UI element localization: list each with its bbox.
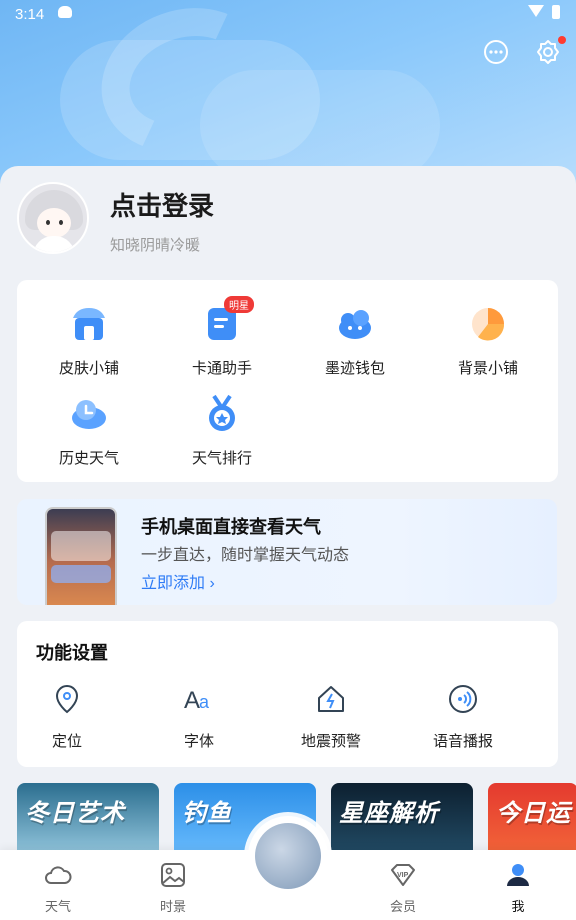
background-shop-icon bbox=[472, 308, 505, 341]
user-icon bbox=[507, 864, 529, 886]
phone-preview-image bbox=[45, 507, 117, 605]
message-button[interactable] bbox=[482, 38, 510, 66]
tab-scenery[interactable]: 时景 bbox=[143, 862, 203, 915]
grid-item-background-shop[interactable]: 背景小铺 bbox=[438, 304, 538, 378]
grid-item-skin-shop[interactable]: 皮肤小铺 bbox=[39, 304, 139, 378]
login-button[interactable]: 点击登录 bbox=[110, 186, 214, 223]
svg-text:A: A bbox=[184, 687, 200, 714]
function-settings-card: 功能设置 定位 A a 字体 地震预警 语音播报 bbox=[17, 621, 558, 767]
grid-item-weather-ranking[interactable]: 天气排行 bbox=[172, 394, 272, 468]
banner-title: 手机桌面直接查看天气 bbox=[141, 517, 321, 537]
star-badge: 明星 bbox=[224, 296, 254, 313]
avatar[interactable] bbox=[17, 182, 89, 254]
section-title: 功能设置 bbox=[36, 643, 108, 663]
location-pin-icon bbox=[55, 684, 79, 714]
quick-services-card: 皮肤小铺 卡通助手 墨迹钱包 背景小铺 历史天气 天气排行 bbox=[17, 280, 558, 482]
font-icon: A a bbox=[184, 687, 210, 714]
setting-earthquake-alert[interactable]: 地震预警 bbox=[281, 683, 381, 751]
center-weather-orb-button[interactable] bbox=[248, 816, 328, 896]
wallet-icon bbox=[339, 310, 371, 339]
svg-text:a: a bbox=[199, 692, 210, 712]
tab-membership[interactable]: VIP 会员 bbox=[373, 862, 433, 915]
widget-banner[interactable]: 手机桌面直接查看天气 一步直达，随时掌握天气动态 立即添加 › bbox=[17, 499, 557, 605]
setting-location[interactable]: 定位 bbox=[17, 683, 117, 751]
status-time: 3:14 bbox=[15, 6, 45, 23]
settings-button[interactable] bbox=[534, 36, 566, 66]
wifi-icon bbox=[528, 5, 544, 17]
ranking-medal-icon bbox=[209, 394, 235, 431]
profile-subtitle: 知晓阴晴冷暖 bbox=[110, 237, 201, 254]
shop-icon bbox=[73, 308, 105, 340]
grid-item-wallet[interactable]: 墨迹钱包 bbox=[305, 304, 405, 378]
history-weather-icon bbox=[72, 400, 106, 429]
status-bar: 3:14 bbox=[0, 0, 576, 28]
notification-icon bbox=[58, 6, 72, 18]
hero-cloud-decoration bbox=[200, 70, 440, 180]
earthquake-house-icon bbox=[318, 686, 344, 712]
notification-dot bbox=[558, 36, 566, 44]
add-widget-link[interactable]: 立即添加 › bbox=[141, 569, 215, 593]
setting-font[interactable]: A a 字体 bbox=[149, 683, 249, 751]
grid-item-history-weather[interactable]: 历史天气 bbox=[39, 394, 139, 468]
voice-broadcast-icon bbox=[449, 685, 477, 713]
tab-weather[interactable]: 天气 bbox=[28, 862, 88, 915]
battery-icon bbox=[552, 5, 560, 19]
vip-diamond-icon: VIP bbox=[391, 864, 415, 886]
chat-bubble-icon bbox=[484, 40, 508, 64]
banner-subtitle: 一步直达，随时掌握天气动态 bbox=[141, 547, 350, 564]
picture-icon bbox=[161, 863, 185, 887]
grid-item-cartoon-assistant[interactable]: 卡通助手 bbox=[172, 304, 272, 378]
weather-scene-image bbox=[255, 823, 321, 889]
setting-voice-broadcast[interactable]: 语音播报 bbox=[413, 683, 513, 751]
cloud-icon bbox=[45, 866, 72, 884]
tab-me[interactable]: 我 bbox=[488, 862, 548, 915]
svg-text:VIP: VIP bbox=[397, 872, 409, 879]
